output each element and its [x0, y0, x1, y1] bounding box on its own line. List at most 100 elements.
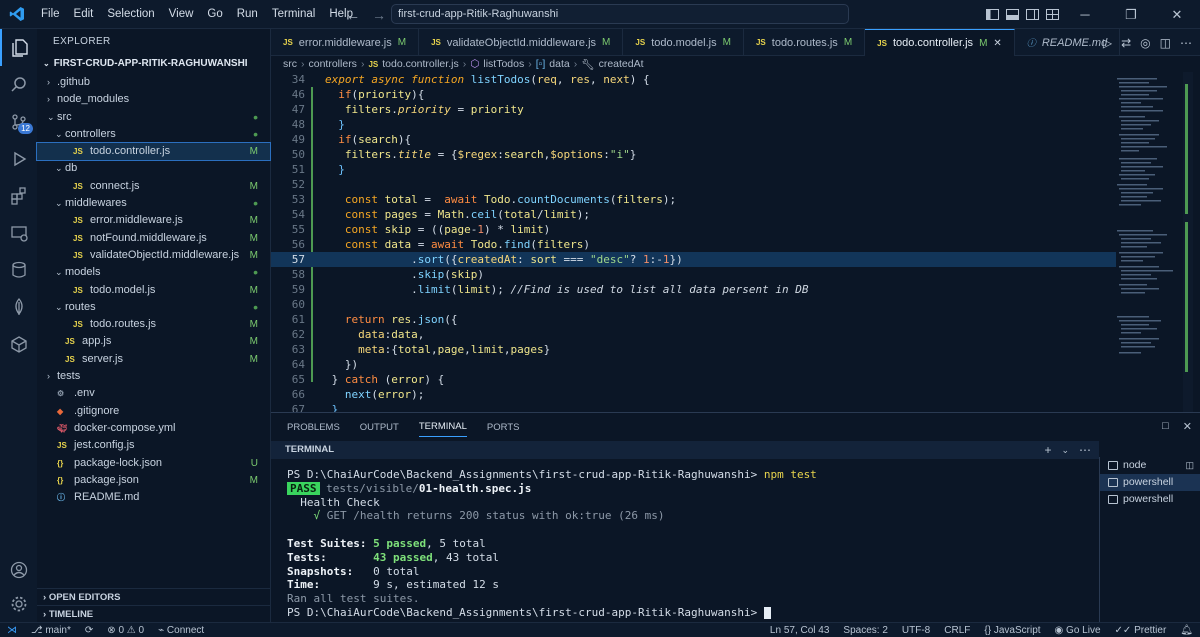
terminal-item-powershell[interactable]: powershell [1100, 474, 1200, 491]
go-live-icon[interactable]: ◎ [1140, 36, 1150, 50]
minimap[interactable] [1113, 72, 1193, 412]
tree-item[interactable]: ⌄ db [37, 160, 270, 177]
breadcrumb-item[interactable]: createdAt [599, 58, 644, 70]
tab-error-middleware[interactable]: JS error.middleware.js M [271, 29, 420, 56]
cursor-position[interactable]: Ln 57, Col 43 [763, 625, 837, 636]
notifications-bell-icon[interactable]: 🔔︎ [1173, 625, 1200, 636]
tree-item[interactable]: JS todo.controller.js M [36, 142, 271, 162]
indentation[interactable]: Spaces: 2 [836, 625, 894, 636]
accounts-icon[interactable] [0, 551, 37, 588]
tree-item[interactable]: JS todo.model.js M [37, 282, 270, 299]
extensions-icon[interactable] [0, 177, 37, 214]
source-control-icon[interactable]: 12 [0, 103, 37, 140]
toggle-primary-sidebar-icon[interactable] [982, 0, 1002, 29]
tree-item[interactable]: ⌄ models • [37, 264, 270, 281]
forward-arrow-icon[interactable]: → [372, 7, 386, 23]
tab-validateobjectid-middleware[interactable]: JS validateObjectId.middleware.js M [419, 29, 624, 56]
tree-item[interactable]: JS jest.config.js [37, 437, 270, 454]
docker-containers-icon[interactable] [0, 325, 37, 362]
go-live-button[interactable]: ◉ Go Live [1048, 625, 1108, 636]
tree-item[interactable]: {} package-lock.json U [37, 455, 270, 472]
branch-status[interactable]: ⎇ main* [24, 625, 78, 636]
database-icon[interactable] [0, 251, 37, 288]
close-tab-icon[interactable]: ✕ [993, 38, 1001, 49]
run-file-icon[interactable]: ▷ [1103, 36, 1112, 50]
split-terminal-icon[interactable]: ◫ [1185, 457, 1194, 474]
tree-item[interactable]: JS server.js M [37, 351, 270, 368]
tree-item[interactable]: JS error.middleware.js M [37, 212, 270, 229]
terminal-more-icon[interactable]: ⋯ [1079, 441, 1091, 459]
tab-output[interactable]: OUTPUT [360, 422, 399, 433]
toggle-panel-icon[interactable] [1002, 0, 1022, 29]
prettier-status[interactable]: ✓✓ Prettier [1108, 625, 1174, 636]
timeline-section[interactable]: › TIMELINE [37, 605, 271, 622]
tab-problems[interactable]: PROBLEMS [287, 422, 340, 433]
tree-item[interactable]: › tests [37, 368, 270, 385]
toggle-secondary-sidebar-icon[interactable] [1022, 0, 1042, 29]
close-icon[interactable]: ✕ [1154, 0, 1200, 29]
tree-item[interactable]: ⌄ src • [37, 109, 270, 126]
tree-item[interactable]: ⌄ controllers • [37, 126, 270, 143]
tab-todo-controller[interactable]: JS todo.controller.js M ✕ [865, 29, 1015, 56]
tab-todo-routes[interactable]: JS todo.routes.js M [744, 29, 866, 56]
back-arrow-icon[interactable]: ← [346, 7, 360, 23]
encoding[interactable]: UTF-8 [895, 625, 937, 636]
menu-go[interactable]: Go [200, 0, 229, 29]
tree-item[interactable]: JS notFound.middleware.js M [37, 230, 270, 247]
sync-icon[interactable]: ⟳ [78, 625, 100, 636]
problems-status[interactable]: ⊗ 0 ⚠ 0 [100, 625, 151, 636]
settings-gear-icon[interactable] [0, 585, 37, 622]
menu-view[interactable]: View [162, 0, 201, 29]
menu-terminal[interactable]: Terminal [265, 0, 322, 29]
breadcrumb-item[interactable]: controllers [309, 58, 357, 70]
maximize-panel-icon[interactable]: □ [1162, 420, 1169, 433]
tree-item[interactable]: › .github [37, 74, 270, 91]
mongodb-leaf-icon[interactable] [0, 288, 37, 325]
tree-item[interactable]: {} package.json M [37, 472, 270, 489]
terminal-item-powershell[interactable]: powershell [1100, 491, 1200, 508]
restore-icon[interactable]: ❐ [1108, 0, 1154, 29]
tree-item[interactable]: 🐳︎ docker-compose.yml [37, 420, 270, 437]
run-debug-icon[interactable] [0, 140, 37, 177]
close-panel-icon[interactable]: ✕ [1183, 420, 1192, 433]
menu-edit[interactable]: Edit [67, 0, 101, 29]
connect-status[interactable]: ⌁ Connect [151, 625, 211, 636]
project-root[interactable]: ⌄ FIRST-CRUD-APP-RITIK-RAGHUWANSHI [37, 54, 270, 74]
customize-layout-icon[interactable] [1042, 0, 1062, 29]
tree-item[interactable]: › node_modules [37, 91, 270, 108]
compare-changes-icon[interactable]: ⇄ [1121, 36, 1131, 50]
terminal-dropdown-icon[interactable]: ⌄ [1061, 441, 1069, 459]
minimize-icon[interactable]: ─ [1062, 0, 1108, 29]
tree-item[interactable]: JS connect.js M [37, 178, 270, 195]
terminal-item-node[interactable]: node ◫ [1100, 457, 1200, 474]
tree-item[interactable]: ⌄ routes • [37, 299, 270, 316]
breadcrumb-item[interactable]: src [283, 58, 297, 70]
breadcrumb-item[interactable]: listTodos [483, 58, 524, 70]
open-editors-section[interactable]: › OPEN EDITORS [37, 588, 271, 605]
remote-indicator-icon[interactable]: ⋊ [0, 625, 24, 636]
search-icon[interactable] [0, 66, 37, 103]
command-center[interactable]: first-crud-app-Ritik-Raghuwanshi [391, 4, 849, 24]
tree-item[interactable]: ⚙ .env [37, 385, 270, 402]
split-editor-icon[interactable]: ◫ [1160, 36, 1171, 50]
tab-todo-model[interactable]: JS todo.model.js M [623, 29, 744, 56]
menu-file[interactable]: File [34, 0, 67, 29]
new-terminal-icon[interactable]: + [1044, 441, 1051, 459]
tab-ports[interactable]: PORTS [487, 422, 520, 433]
breadcrumb-item[interactable]: data [549, 58, 569, 70]
remote-explorer-icon[interactable] [0, 214, 37, 251]
code-editor[interactable]: 34 export async function listTodos(req, r… [271, 72, 1200, 412]
tree-item[interactable]: ⌄ middlewares • [37, 195, 270, 212]
terminal-output[interactable]: PS D:\ChaiAurCode\Backend_Assignments\fi… [287, 468, 1097, 620]
breadcrumb-item[interactable]: todo.controller.js [382, 58, 458, 70]
tree-item[interactable]: JS app.js M [37, 333, 270, 350]
language-mode[interactable]: {} JavaScript [977, 625, 1047, 636]
explorer-icon[interactable] [0, 29, 37, 66]
tree-item[interactable]: JS validateObjectId.middleware.js M [37, 247, 270, 264]
tab-terminal[interactable]: TERMINAL [418, 421, 467, 437]
tree-item[interactable]: ⓘ README.md [37, 489, 270, 506]
more-actions-icon[interactable]: ⋯ [1180, 36, 1192, 50]
tree-item[interactable]: ◆ .gitignore [37, 403, 270, 420]
menu-selection[interactable]: Selection [100, 0, 161, 29]
menu-run[interactable]: Run [230, 0, 265, 29]
